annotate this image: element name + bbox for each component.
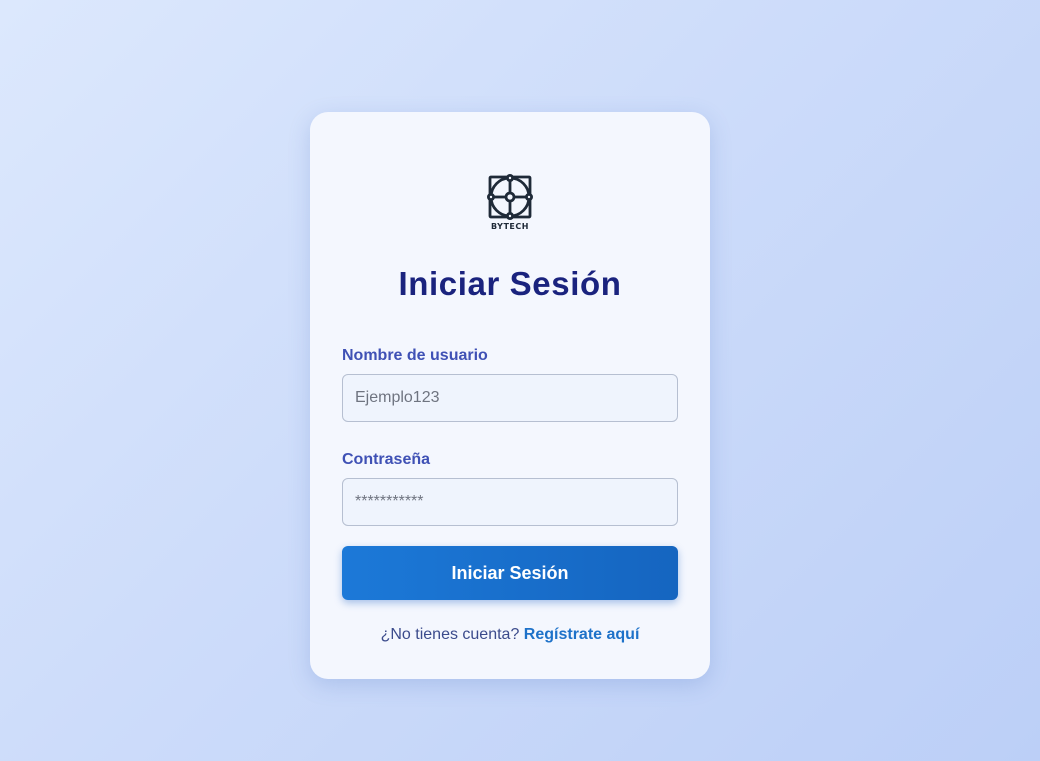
bytech-logo: BYTECH xyxy=(480,170,540,232)
username-input[interactable] xyxy=(342,374,678,422)
page-title: Iniciar Sesión xyxy=(398,265,622,302)
login-card: BYTECH Iniciar Sesión Nombre de usuario … xyxy=(310,112,710,679)
logo-text: BYTECH xyxy=(491,222,529,231)
password-label: Contraseña xyxy=(342,451,431,468)
register-prompt: ¿No tienes cuenta? Regístrate aquí xyxy=(342,626,678,644)
no-account-text: ¿No tienes cuenta? xyxy=(380,626,520,643)
password-input[interactable] xyxy=(342,478,678,526)
username-label: Nombre de usuario xyxy=(342,347,488,364)
bytech-logo-icon: BYTECH xyxy=(486,174,534,231)
register-link[interactable]: Regístrate aquí xyxy=(524,626,640,643)
login-button[interactable]: Iniciar Sesión xyxy=(342,546,678,600)
